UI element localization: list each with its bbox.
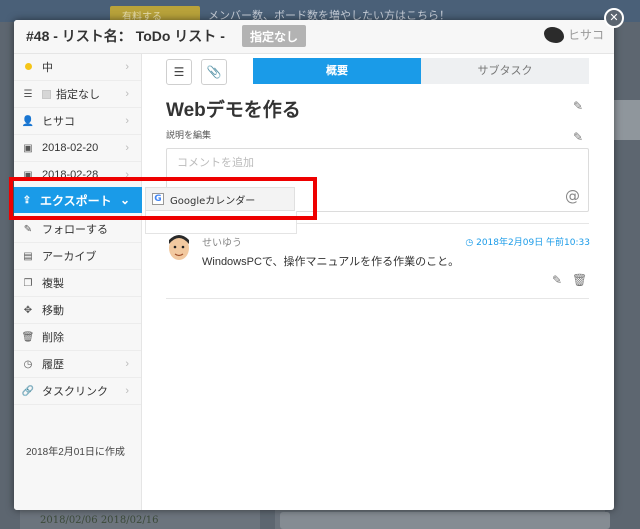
highlight-box	[9, 177, 317, 220]
sidebar-item-start-date[interactable]: ▣ 2018-02-20 ›	[14, 135, 141, 162]
sidebar-item-move[interactable]: ✥ 移動	[14, 297, 141, 324]
archive-icon: ▤	[23, 250, 33, 262]
clock-icon: ◷	[465, 238, 477, 248]
sidebar-item-label: 複製	[42, 278, 64, 290]
history-icon: ◷	[23, 358, 33, 370]
comment-timestamp: ◷ 2018年2月09日 午前10:33	[465, 235, 590, 248]
calendar-start-icon: ▣	[23, 142, 33, 154]
edit-title-pencil-icon[interactable]: ✎	[573, 99, 583, 113]
user-icon: 👤	[21, 115, 35, 127]
sidebar-item-label: タスクリンク	[42, 386, 108, 398]
sidebar-item-task-link[interactable]: 🔗 タスクリンク ›	[14, 378, 141, 405]
edit-description-link[interactable]: 説明を編集	[166, 128, 211, 141]
task-sidebar: 中 › ☰ 指定なし › 👤 ヒサコ › ▣ 2018-02-20 › ▣ 20…	[14, 54, 142, 510]
move-icon: ✥	[23, 304, 33, 316]
comment-body: WindowsPCで、操作マニュアルを作る作業のこと。	[202, 256, 460, 268]
chevron-right-icon: ›	[125, 142, 129, 154]
divider	[166, 298, 589, 299]
chevron-right-icon: ›	[125, 115, 129, 127]
comment-author: せいゆう	[202, 238, 242, 249]
follow-icon: ✎	[23, 223, 33, 235]
label-tag[interactable]: 指定なし	[242, 25, 307, 47]
card-dates: 2018/02/06 2018/02/16	[40, 515, 159, 526]
edit-description-pencil-icon[interactable]: ✎	[573, 130, 583, 144]
task-card-title: #48 - リスト名： ToDo リスト -	[26, 28, 225, 44]
sidebar-item-priority[interactable]: 中 ›	[14, 54, 141, 81]
tab-overview[interactable]: 概要	[253, 58, 421, 84]
avatar	[543, 26, 564, 43]
sidebar-item-delete[interactable]: 🗑 削除	[14, 324, 141, 351]
sidebar-item-label: 履歴	[42, 359, 64, 371]
assignee-name: ヒサコ	[567, 28, 604, 42]
sidebar-item-label: 移動	[42, 305, 64, 317]
modal-header: #48 - リスト名： ToDo リスト - 指定なし ヒサコ	[14, 20, 614, 54]
close-modal-button[interactable]: ✕	[604, 8, 624, 28]
sidebar-item-copy[interactable]: ❐ 複製	[14, 270, 141, 297]
sidebar-item-history[interactable]: ◷ 履歴 ›	[14, 351, 141, 378]
task-detail-modal: #48 - リスト名： ToDo リスト - 指定なし ヒサコ 中 › ☰ 指定…	[14, 20, 614, 510]
sidebar-item-assignee[interactable]: 👤 ヒサコ ›	[14, 108, 141, 135]
sidebar-item-label: フォローする	[42, 224, 108, 236]
sidebar-item-label: 中	[42, 62, 53, 74]
close-icon: ✕	[609, 11, 619, 24]
sidebar-item-label: 2018-02-20	[42, 142, 99, 154]
commenter-avatar	[169, 235, 189, 260]
sidebar-item-label: 指定なし	[56, 89, 100, 101]
label-color-square	[42, 89, 51, 99]
chevron-right-icon: ›	[125, 88, 129, 100]
sidebar-item-label: 削除	[42, 332, 64, 344]
chevron-right-icon: ›	[125, 385, 129, 397]
task-title: Webデモを作る	[166, 100, 301, 121]
paperclip-icon: 📎	[206, 65, 222, 79]
sidebar-item-label-select[interactable]: ☰ 指定なし ›	[14, 81, 141, 108]
checklist-icon: ☰	[173, 65, 185, 79]
board-card	[280, 512, 610, 529]
chevron-right-icon: ›	[125, 61, 129, 73]
assignee-header[interactable]: ヒサコ	[543, 26, 604, 43]
attach-button[interactable]: 📎	[201, 59, 227, 85]
link-icon: 🔗	[21, 385, 35, 397]
board-card	[612, 100, 640, 140]
label-list-icon: ☰	[23, 88, 33, 100]
chevron-right-icon: ›	[125, 358, 129, 370]
delete-comment-trash-icon[interactable]: 🗑	[572, 273, 587, 287]
mention-icon[interactable]: @	[565, 187, 580, 205]
copy-icon: ❐	[23, 277, 33, 289]
trash-icon: 🗑	[21, 331, 35, 343]
sidebar-item-label: アーカイブ	[42, 251, 97, 263]
edit-comment-pencil-icon[interactable]: ✎	[552, 273, 562, 287]
sidebar-item-follow[interactable]: ✎ フォローする	[14, 216, 141, 243]
priority-dot-icon	[14, 62, 42, 73]
sidebar-item-archive[interactable]: ▤ アーカイブ	[14, 243, 141, 270]
comment-placeholder: コメントを追加	[177, 156, 254, 169]
created-date: 2018年2月01日に作成	[26, 447, 125, 458]
tab-subtasks[interactable]: サブタスク	[421, 58, 589, 84]
sidebar-item-label: ヒサコ	[42, 116, 75, 128]
checklist-button[interactable]: ☰	[166, 59, 192, 85]
comment-time-text: 2018年2月09日 午前10:33	[476, 238, 590, 248]
